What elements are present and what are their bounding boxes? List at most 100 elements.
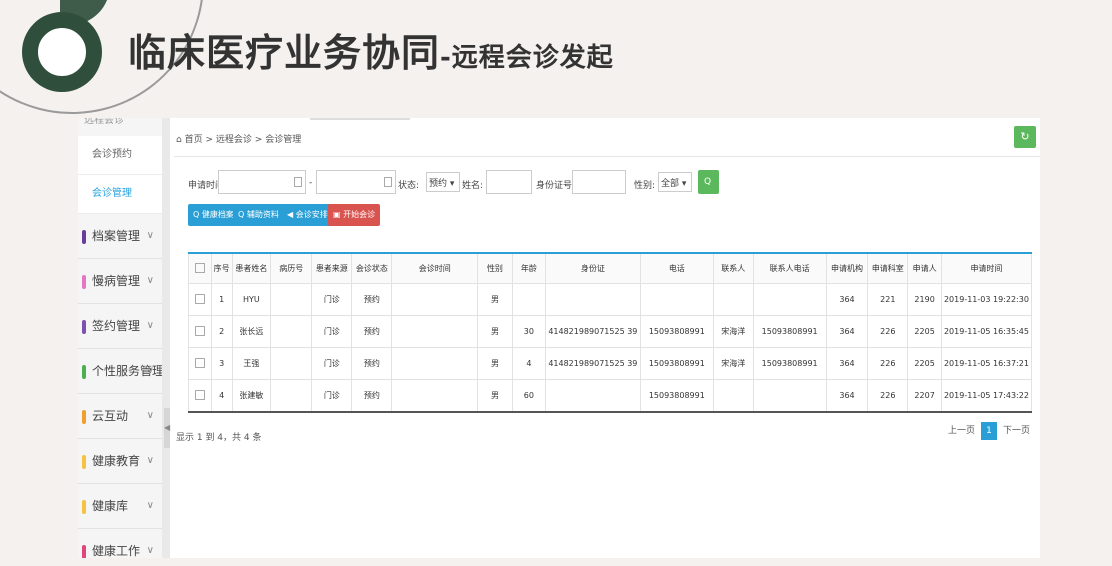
chevron-down-icon: ∨ [146,455,154,466]
name-label: 姓名: [462,181,484,191]
date-range-dash: - [309,178,313,188]
table-row[interactable]: 4 张建敏 门诊 预约 男 60 15093808991 364 226 2207 2019-11-… [188,379,1033,413]
menu-icon [82,229,86,244]
chevron-down-icon: ∨ [146,275,154,286]
table-row[interactable]: 3 王强 门诊 预约男 4 414821989071525 39 15093808991 宋海… [188,347,1033,380]
checkbox[interactable] [194,389,205,400]
gender-value: 全部 [661,179,680,189]
prev-page-button[interactable]: 上一页 [948,426,975,436]
select-all-checkbox-cell[interactable] [188,252,212,284]
sidebar-item-label: 健康工作 [92,544,141,558]
breadcrumb-divider [174,156,1040,157]
gender-select[interactable]: 全部 ▾ [658,172,692,192]
column-header: 申请科室 [867,252,909,284]
search-button[interactable]: Q 查询 [698,170,719,235]
consult-arrange-button[interactable]: ◀ 会诊安排 [282,204,333,226]
chevron-down-icon: ∨ [146,500,154,511]
table-cell: 60 [511,379,546,413]
start-consult-button[interactable]: ▣ 开始会诊 [328,204,381,226]
column-header: 患者来源 [311,252,353,284]
checkbox[interactable] [194,357,205,368]
health-record-button[interactable]: Q 健康档案 [188,204,239,226]
table-cell: 门诊 [311,347,353,380]
id-input[interactable] [572,170,626,194]
row-checkbox-cell[interactable] [188,283,212,316]
table-cell: 226 [867,379,909,413]
start-date-input[interactable] [218,170,306,194]
home-icon: ⌂ [176,135,182,145]
table-cell [270,347,313,380]
pagination-info: 显示 1 到 4，共 4 条 [176,433,262,443]
breadcrumb-sep: > [254,135,263,145]
sidebar-item[interactable]: 健康库 ∨ [78,484,162,529]
slide-header: 临床医疗业务协同-远程会诊发起 [0,0,1112,152]
refresh-icon: ↻ [1020,130,1030,143]
sidebar-item[interactable]: 云互动 ∨ [78,394,162,439]
column-header: 身份证 [544,252,641,284]
menu-icon [82,454,86,469]
slide-title: 临床医疗业务协同-远程会诊发起 [128,22,614,77]
checkbox[interactable] [194,325,205,336]
sidebar-sub-management[interactable]: 会诊管理 [78,175,162,214]
table-cell [752,379,827,413]
sidebar-item[interactable]: 健康工作 ∨ [78,529,162,558]
calendar-icon [384,177,392,187]
table-cell: 张建敏 [231,379,272,413]
table-cell [270,283,313,316]
end-date-input[interactable] [316,170,396,194]
table-cell: 2205 [907,315,942,348]
checkbox[interactable] [194,262,205,273]
row-checkbox-cell[interactable] [188,315,212,348]
sidebar-item-label: 档案管理 [92,229,141,243]
column-header: 病历号 [270,252,313,284]
row-checkbox-cell[interactable] [188,379,212,413]
table-cell: 预约 [351,347,393,380]
slide-title-main: 临床医疗业务协同 [128,31,441,75]
table-cell: 4 [210,379,233,413]
sidebar-item[interactable]: 签约管理 ∨ [78,304,162,349]
aux-data-button[interactable]: Q 辅助资料 [233,204,284,226]
table-cell: 预约 [351,315,393,348]
consult-table: 序号 患者姓名 病历号 患者来源 会诊状态 会诊时间 性别 年龄 身份证 电话 联系人 联系人电话 申请… [188,252,1033,413]
collapse-sidebar-icon[interactable]: ◀ [164,408,170,448]
table-cell [544,379,641,413]
breadcrumb-home[interactable]: 首页 [185,135,203,145]
table-cell: 364 [825,315,869,348]
pagination: 上一页 1 下一页 [948,422,1030,440]
checkbox[interactable] [194,293,205,304]
menu-icon [82,274,86,289]
sidebar-sub-appointment[interactable]: 会诊预约 [78,136,162,175]
table-cell [391,347,479,380]
logo-ring-icon [22,12,102,92]
table-cell: 30 [511,315,546,348]
sidebar-item[interactable]: 健康教育 ∨ [78,439,162,484]
table-cell: 2190 [907,283,942,316]
status-select[interactable]: 预约 ▾ [426,172,460,192]
status-label: 状态: [398,181,420,191]
row-checkbox-cell[interactable] [188,347,212,380]
breadcrumb-sep: > [205,135,214,145]
sidebar-top-item[interactable]: 远程会诊 [78,118,162,136]
sidebar-item[interactable]: 档案管理 ∨ [78,214,162,259]
sidebar-item-label: 健康库 [92,499,129,513]
table-cell: 15093808991 [639,347,714,380]
next-page-button[interactable]: 下一页 [1003,426,1030,436]
breadcrumb-level1[interactable]: 远程会诊 [216,135,252,145]
table-cell: 门诊 [311,315,353,348]
table-cell: 15093808991 [752,347,827,380]
table-row[interactable]: 2 张长远 门诊 预约男 30 414821989071525 39 15093808991… [188,315,1033,348]
table-row[interactable]: 1 HYU 门诊 预约 男 364 221 2190 2019-11-03 19:22:30 [188,283,1033,316]
table-cell: 414821989071525 39 [544,315,641,348]
sidebar-item[interactable]: 个性服务管理 ∨ [78,349,162,394]
sidebar-item[interactable]: 慢病管理 ∨ [78,259,162,304]
column-header: 年龄 [511,252,546,284]
table-cell: 4 [511,347,546,380]
chevron-down-icon: ∨ [146,320,154,331]
table-cell: 364 [825,347,869,380]
refresh-button[interactable]: ↻ [1014,126,1036,148]
table-cell: 2019-11-05 16:37:21 [940,347,1033,380]
current-page-button[interactable]: 1 [980,422,997,440]
name-input[interactable] [486,170,532,194]
menu-icon [82,499,86,514]
sidebar-item-label: 签约管理 [92,319,141,333]
